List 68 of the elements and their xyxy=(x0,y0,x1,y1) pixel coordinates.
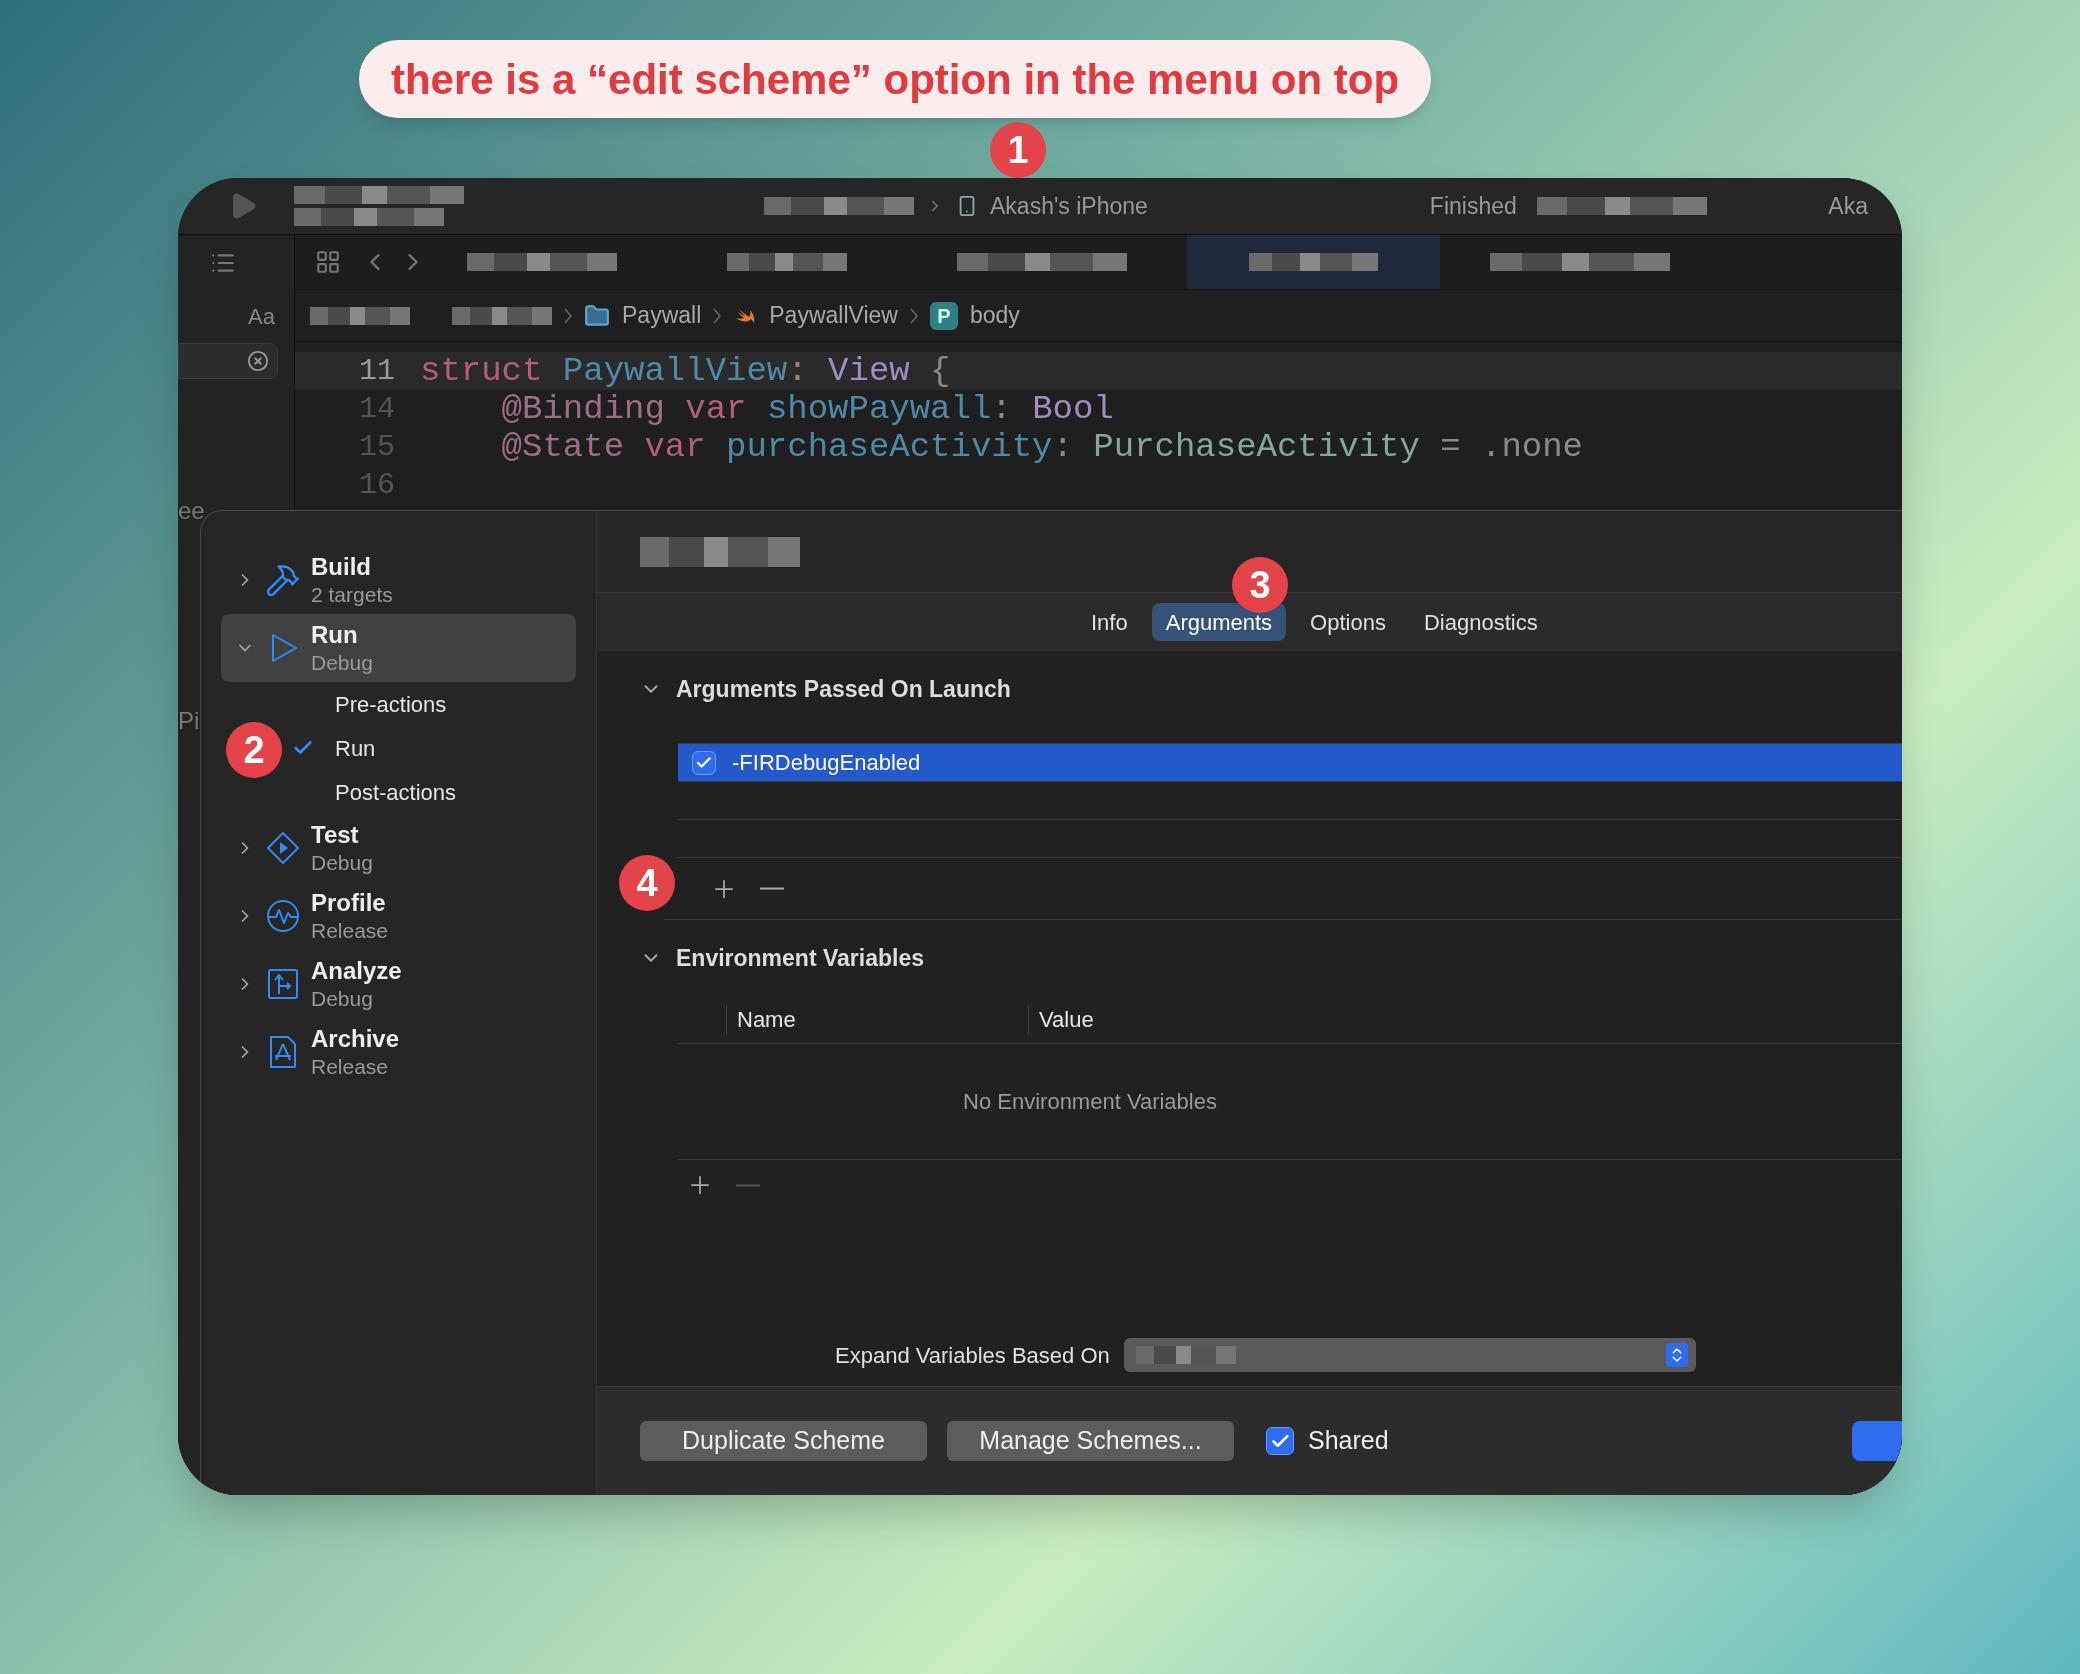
column-header[interactable]: Value xyxy=(1039,1003,1094,1036)
sub-action-item[interactable]: Run xyxy=(335,731,376,765)
action-title: Archive xyxy=(311,1023,400,1054)
chevron-icon xyxy=(909,307,918,324)
scheme-action-item[interactable]: Analyze Debug xyxy=(221,950,576,1018)
grid-icon[interactable] xyxy=(315,249,341,275)
action-title: Test xyxy=(311,819,360,850)
field-label: Expand Variables Based On xyxy=(835,1341,1110,1370)
status-text: Aka xyxy=(1828,191,1868,221)
remove-icon[interactable] xyxy=(760,887,784,890)
scheme-action-item[interactable]: Test Debug xyxy=(221,814,576,882)
code-line: @State var purchaseActivity: PurchaseActivity = .none xyxy=(500,430,1583,464)
action-subtitle: Release xyxy=(311,1053,390,1080)
action-title: Profile xyxy=(311,887,387,918)
footer-button[interactable]: Manage Schemes... xyxy=(947,1421,1234,1461)
action-subtitle: Release xyxy=(311,917,389,944)
chevron-icon xyxy=(713,307,722,324)
scheme-action-item[interactable]: Archive Release xyxy=(221,1018,576,1086)
action-title: Run xyxy=(311,619,359,650)
diamond-play-icon xyxy=(265,830,301,866)
argument-text: -FIRDebugEnabled xyxy=(732,749,921,777)
line-number: 11 xyxy=(358,352,395,390)
run-destination[interactable]: Akash's iPhone xyxy=(990,188,1148,224)
breadcrumb-item[interactable]: Paywall xyxy=(622,298,702,333)
scheme-action-item[interactable]: Build 2 targets xyxy=(221,546,576,614)
action-subtitle: Debug xyxy=(311,985,374,1012)
step-badge: 1 xyxy=(990,122,1046,178)
breadcrumb-item[interactable]: PaywallView xyxy=(769,298,898,333)
empty-message: No Environment Variables xyxy=(963,1088,1217,1116)
tab[interactable]: Diagnostics xyxy=(1409,603,1552,641)
action-subtitle: Debug xyxy=(311,849,373,876)
footer-button[interactable]: Duplicate Scheme xyxy=(640,1421,927,1461)
tab[interactable]: Info xyxy=(1077,603,1142,641)
checkbox-label: Shared xyxy=(1308,1425,1389,1457)
tab[interactable]: Arguments xyxy=(1151,603,1287,641)
navigator-text: ee xyxy=(178,499,206,523)
filter-field[interactable] xyxy=(178,343,278,379)
waveform-gauge-icon xyxy=(265,898,301,934)
hammer-icon xyxy=(265,562,301,598)
editor-tab[interactable] xyxy=(1187,235,1440,289)
breadcrumb-item[interactable]: body xyxy=(969,298,1020,333)
code-line: @Binding var showPaywall: Bool xyxy=(500,392,1114,426)
scheme-action-item[interactable]: Run Debug xyxy=(221,614,576,682)
action-subtitle: Debug xyxy=(311,649,373,676)
section-title: Environment Variables xyxy=(676,943,924,973)
checkbox[interactable] xyxy=(1266,1427,1294,1455)
scheme-action-item[interactable]: Profile Release xyxy=(221,882,576,950)
checkbox[interactable] xyxy=(692,750,716,775)
folder-icon xyxy=(584,302,610,329)
action-subtitle: 2 targets xyxy=(311,581,393,608)
build-status: Finished xyxy=(1429,191,1517,221)
stepper-icon xyxy=(1665,1343,1688,1367)
action-title: Build xyxy=(311,551,372,582)
chevron-icon xyxy=(564,307,572,324)
sub-action-item[interactable]: Pre-actions xyxy=(335,687,447,721)
font-label[interactable]: Aa xyxy=(248,300,294,333)
code-line: struct PaywallView: View { xyxy=(420,354,951,388)
sub-action-item[interactable]: Post-actions xyxy=(335,775,457,809)
column-header[interactable]: Name xyxy=(737,1003,796,1036)
property-badge: P xyxy=(929,301,958,330)
navigator-text: Pi xyxy=(178,709,201,733)
action-title: Analyze xyxy=(311,955,402,986)
tab[interactable]: Options xyxy=(1296,603,1400,641)
remove-icon xyxy=(736,1183,760,1187)
argument-row[interactable]: -FIRDebugEnabled xyxy=(678,744,1902,782)
section-title: Arguments Passed On Launch xyxy=(676,674,1011,704)
clear-icon[interactable] xyxy=(247,350,269,372)
callout-bubble: there is a “edit scheme” option in the menu on top xyxy=(358,40,1432,118)
